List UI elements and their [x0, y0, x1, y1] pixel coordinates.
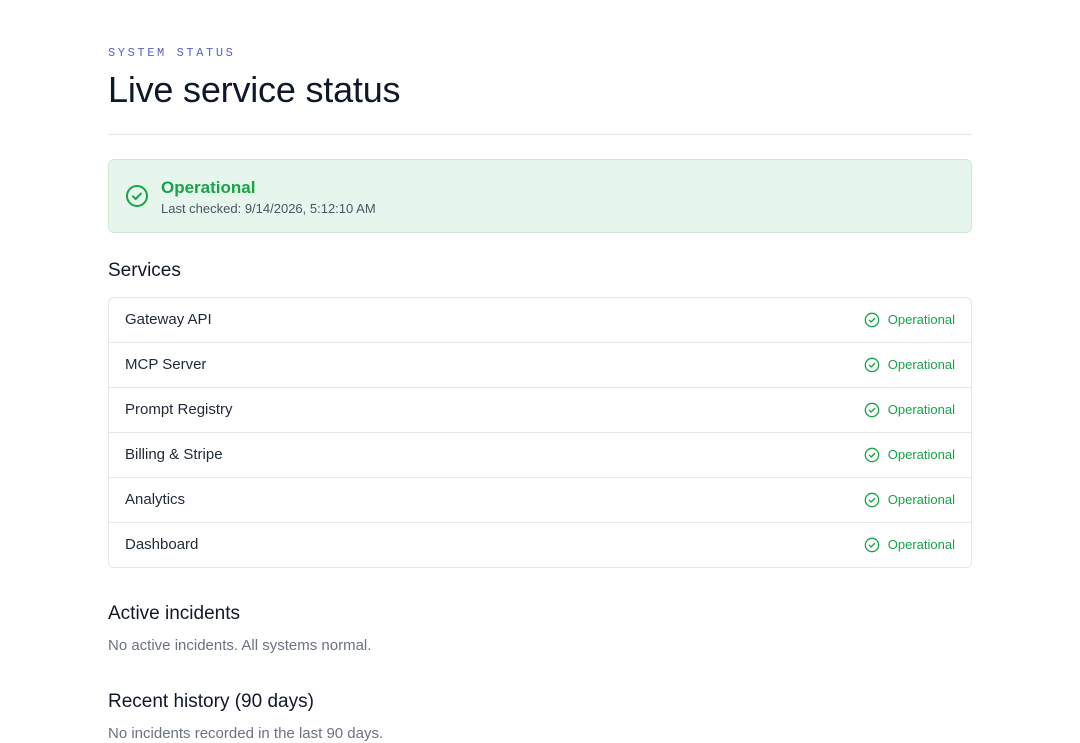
service-status-label: Operational — [887, 402, 955, 417]
services-heading: Services — [108, 260, 181, 281]
active-incidents-message: No active incidents. All systems normal. — [108, 637, 372, 654]
check-circle-icon — [864, 357, 880, 373]
service-status: Operational — [864, 536, 955, 554]
service-status-label: Operational — [887, 537, 955, 552]
check-circle-icon — [864, 447, 880, 463]
service-status-label: Operational — [887, 357, 955, 372]
service-name: Dashboard — [125, 536, 199, 553]
page-eyebrow: SYSTEM STATUS — [108, 46, 236, 60]
header-divider — [108, 134, 972, 135]
service-row-analytics: Analytics Operational — [109, 477, 971, 522]
page-title: Live service status — [108, 69, 401, 110]
recent-history-heading: Recent history (90 days) — [108, 691, 314, 712]
service-row-mcp-server: MCP Server Operational — [109, 342, 971, 387]
check-circle-icon — [125, 184, 149, 208]
last-checked-timestamp: Last checked: 9/14/2026, 5:12:10 AM — [161, 201, 376, 216]
service-status: Operational — [864, 356, 955, 374]
overall-status-label: Operational — [161, 178, 256, 197]
service-status: Operational — [864, 311, 955, 329]
service-row-gateway-api: Gateway API Operational — [109, 298, 971, 342]
service-status-label: Operational — [887, 447, 955, 462]
active-incidents-heading: Active incidents — [108, 603, 241, 624]
service-row-billing-stripe: Billing & Stripe Operational — [109, 432, 971, 477]
service-name: Prompt Registry — [125, 401, 233, 418]
service-status-label: Operational — [887, 312, 955, 327]
overall-status-banner: Operational Last checked: 9/14/2026, 5:1… — [108, 159, 972, 233]
check-circle-icon — [864, 312, 880, 328]
service-name: MCP Server — [125, 356, 207, 373]
service-name: Analytics — [125, 491, 186, 508]
service-status-label: Operational — [887, 492, 955, 507]
services-list: Gateway API Operational MCP Server Opera… — [108, 297, 972, 568]
service-name: Gateway API — [125, 311, 212, 328]
service-row-prompt-registry: Prompt Registry Operational — [109, 387, 971, 432]
service-name: Billing & Stripe — [125, 446, 223, 463]
check-circle-icon — [864, 402, 880, 418]
service-status: Operational — [864, 491, 955, 509]
recent-history-message: No incidents recorded in the last 90 day… — [108, 725, 384, 742]
service-status: Operational — [864, 446, 955, 464]
service-row-dashboard: Dashboard Operational — [109, 522, 971, 567]
check-circle-icon — [864, 492, 880, 508]
check-circle-icon — [864, 537, 880, 553]
service-status: Operational — [864, 401, 955, 419]
